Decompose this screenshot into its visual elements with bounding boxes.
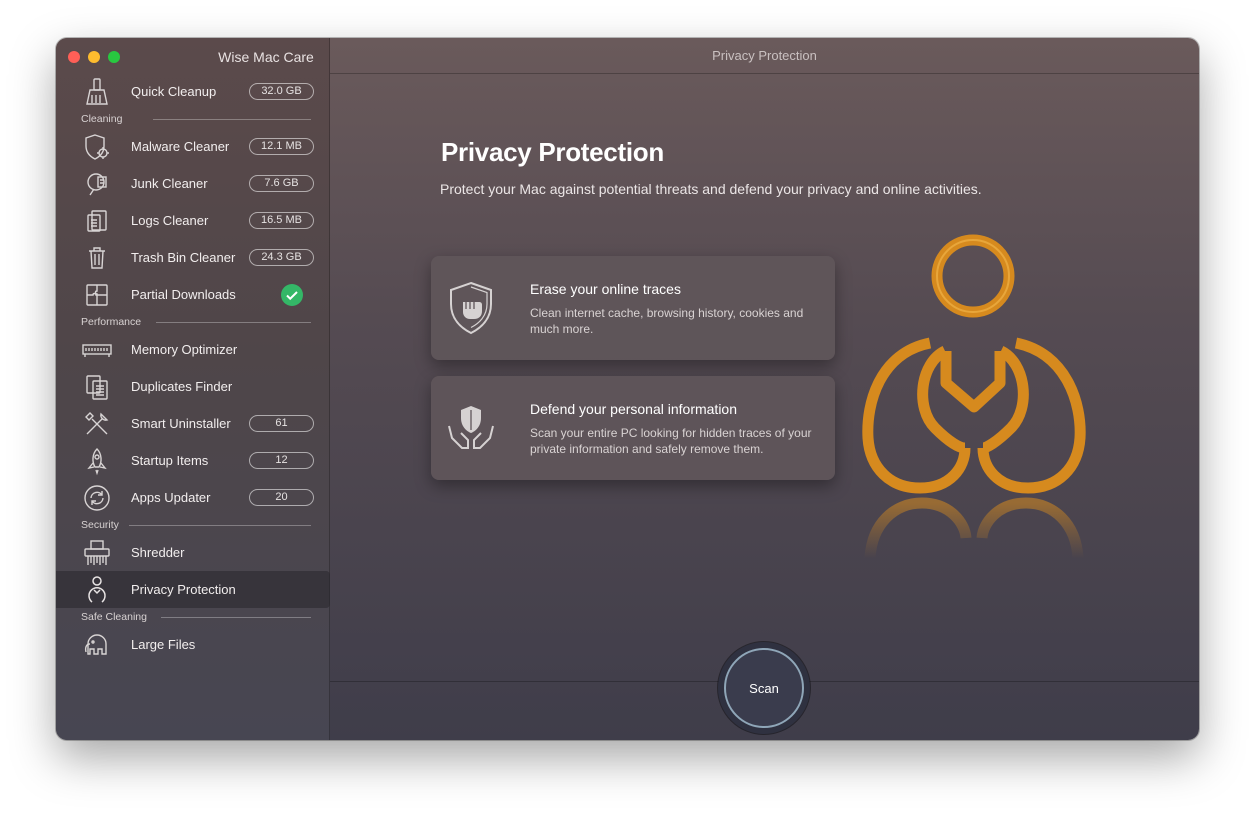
magnifier-document-icon [82,169,112,199]
section-header-performance: Performance [81,316,311,330]
sidebar-item-duplicates-finder[interactable]: Duplicates Finder [56,368,330,405]
sidebar-item-trash-bin-cleaner[interactable]: Trash Bin Cleaner 24.3 GB [56,239,330,276]
sidebar-item-label: Startup Items [131,453,209,468]
sidebar-item-startup-items[interactable]: Startup Items 12 [56,442,330,479]
section-header-cleaning: Cleaning [81,113,311,127]
count-badge: 61 [249,415,314,432]
card-title: Erase your online traces [530,281,681,297]
minimize-window-button[interactable] [88,51,100,63]
section-header-security: Security [81,519,311,533]
page-title: Privacy Protection [441,137,664,167]
logs-document-icon [82,206,112,236]
update-arrows-icon [82,483,112,513]
sidebar-item-label: Memory Optimizer [131,342,238,357]
card-description: Scan your entire PC looking for hidden t… [530,426,812,456]
scan-button[interactable]: Scan [724,648,804,728]
broom-icon [82,77,112,107]
window-controls [68,51,120,63]
size-badge: 7.6 GB [249,175,314,192]
section-header-safe-cleaning: Safe Cleaning [81,611,311,625]
sidebar-item-shredder[interactable]: Shredder [56,534,330,571]
card-description: Clean internet cache, browsing history, … [530,306,804,336]
shredder-icon [82,538,112,568]
size-badge: 16.5 MB [249,212,314,229]
window-title: Privacy Protection [712,48,817,63]
card-title: Defend your personal information [530,401,738,417]
shield-fist-icon [445,280,497,336]
app-title: Wise Mac Care [218,49,314,65]
sidebar-item-large-files[interactable]: Large Files [56,626,330,663]
sidebar-item-label: Duplicates Finder [131,379,233,394]
privacy-person-icon [82,575,112,605]
sidebar-item-logs-cleaner[interactable]: Logs Cleaner 16.5 MB [56,202,330,239]
sidebar: Wise Mac Care Quick Cleanup 32.0 GB Clea… [56,38,330,740]
person-head-icon [931,234,1015,318]
sidebar-item-label: Trash Bin Cleaner [131,250,236,265]
titlebar-divider [330,73,1199,74]
puzzle-icon [82,280,112,310]
main-panel: Privacy Protection Privacy Protection Pr… [330,38,1199,740]
sidebar-item-malware-cleaner[interactable]: Malware Cleaner 12.1 MB [56,128,330,165]
sidebar-item-quick-cleanup[interactable]: Quick Cleanup 32.0 GB [56,73,330,110]
sidebar-item-label: Large Files [131,637,196,652]
duplicates-icon [82,372,112,402]
rocket-icon [82,446,112,476]
size-badge: 24.3 GB [249,249,314,266]
sidebar-item-label: Smart Uninstaller [131,416,231,431]
zoom-window-button[interactable] [108,51,120,63]
count-badge: 20 [249,489,314,506]
sidebar-item-privacy-protection[interactable]: Privacy Protection [56,571,330,608]
elephant-icon [82,630,112,660]
sidebar-item-junk-cleaner[interactable]: Junk Cleaner 7.6 GB [56,165,330,202]
privacy-hero-illustration [860,233,1100,563]
sidebar-item-memory-optimizer[interactable]: Memory Optimizer [56,331,330,368]
page-subtitle: Protect your Mac against potential threa… [440,181,982,197]
sidebar-item-partial-downloads[interactable]: Partial Downloads [56,276,330,313]
count-badge: 12 [249,452,314,469]
wrench-body-icon [862,337,1086,494]
sidebar-item-label: Partial Downloads [131,287,236,302]
size-badge: 32.0 GB [249,83,314,100]
sidebar-item-label: Logs Cleaner [131,213,209,228]
close-window-button[interactable] [68,51,80,63]
checkmark-icon [281,284,303,306]
feature-card-defend-information: Defend your personal information Scan yo… [431,376,835,480]
app-window: Wise Mac Care Quick Cleanup 32.0 GB Clea… [56,38,1199,740]
sidebar-item-label: Shredder [131,545,185,560]
feature-card-erase-traces: Erase your online traces Clean internet … [431,256,835,360]
trash-bin-icon [82,243,112,273]
size-badge: 12.1 MB [249,138,314,155]
sidebar-item-label: Malware Cleaner [131,139,230,154]
sidebar-item-label: Quick Cleanup [131,84,217,99]
sidebar-item-label: Privacy Protection [131,582,236,597]
sidebar-item-smart-uninstaller[interactable]: Smart Uninstaller 61 [56,405,330,442]
wrench-screwdriver-icon [82,409,112,439]
sidebar-item-apps-updater[interactable]: Apps Updater 20 [56,479,330,516]
sidebar-item-label: Apps Updater [131,490,211,505]
sidebar-item-label: Junk Cleaner [131,176,208,191]
malware-shield-gear-icon [82,132,112,162]
memory-chip-icon [82,335,112,365]
hands-shield-icon [445,400,497,456]
